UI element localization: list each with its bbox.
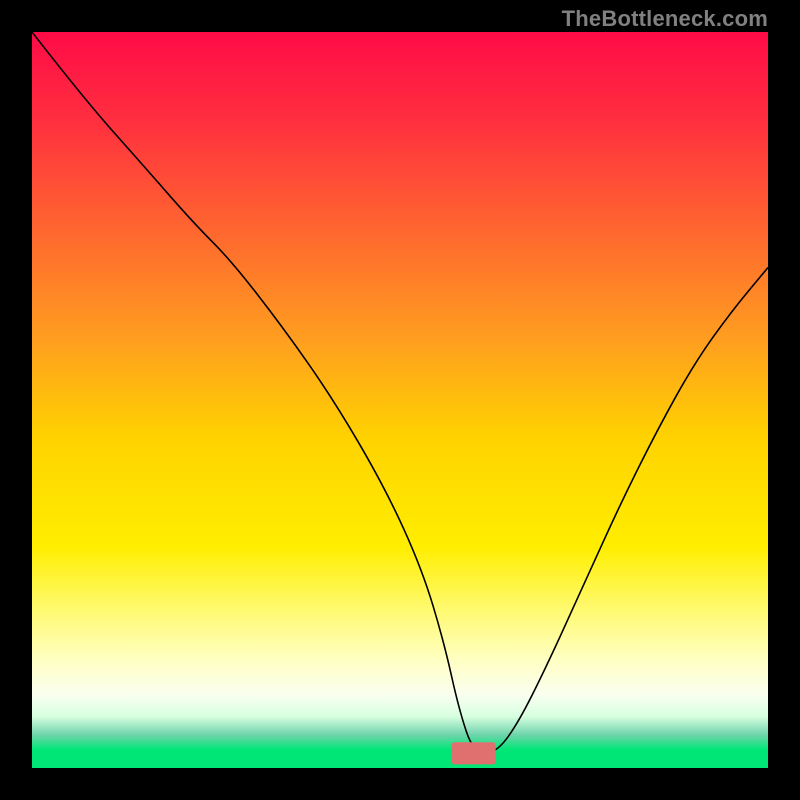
plot-area [32,32,768,768]
watermark-text: TheBottleneck.com [562,6,768,32]
bottleneck-chart [32,32,768,768]
chart-frame: TheBottleneck.com [0,0,800,800]
optimal-marker [452,742,496,764]
gradient-background [32,32,768,768]
